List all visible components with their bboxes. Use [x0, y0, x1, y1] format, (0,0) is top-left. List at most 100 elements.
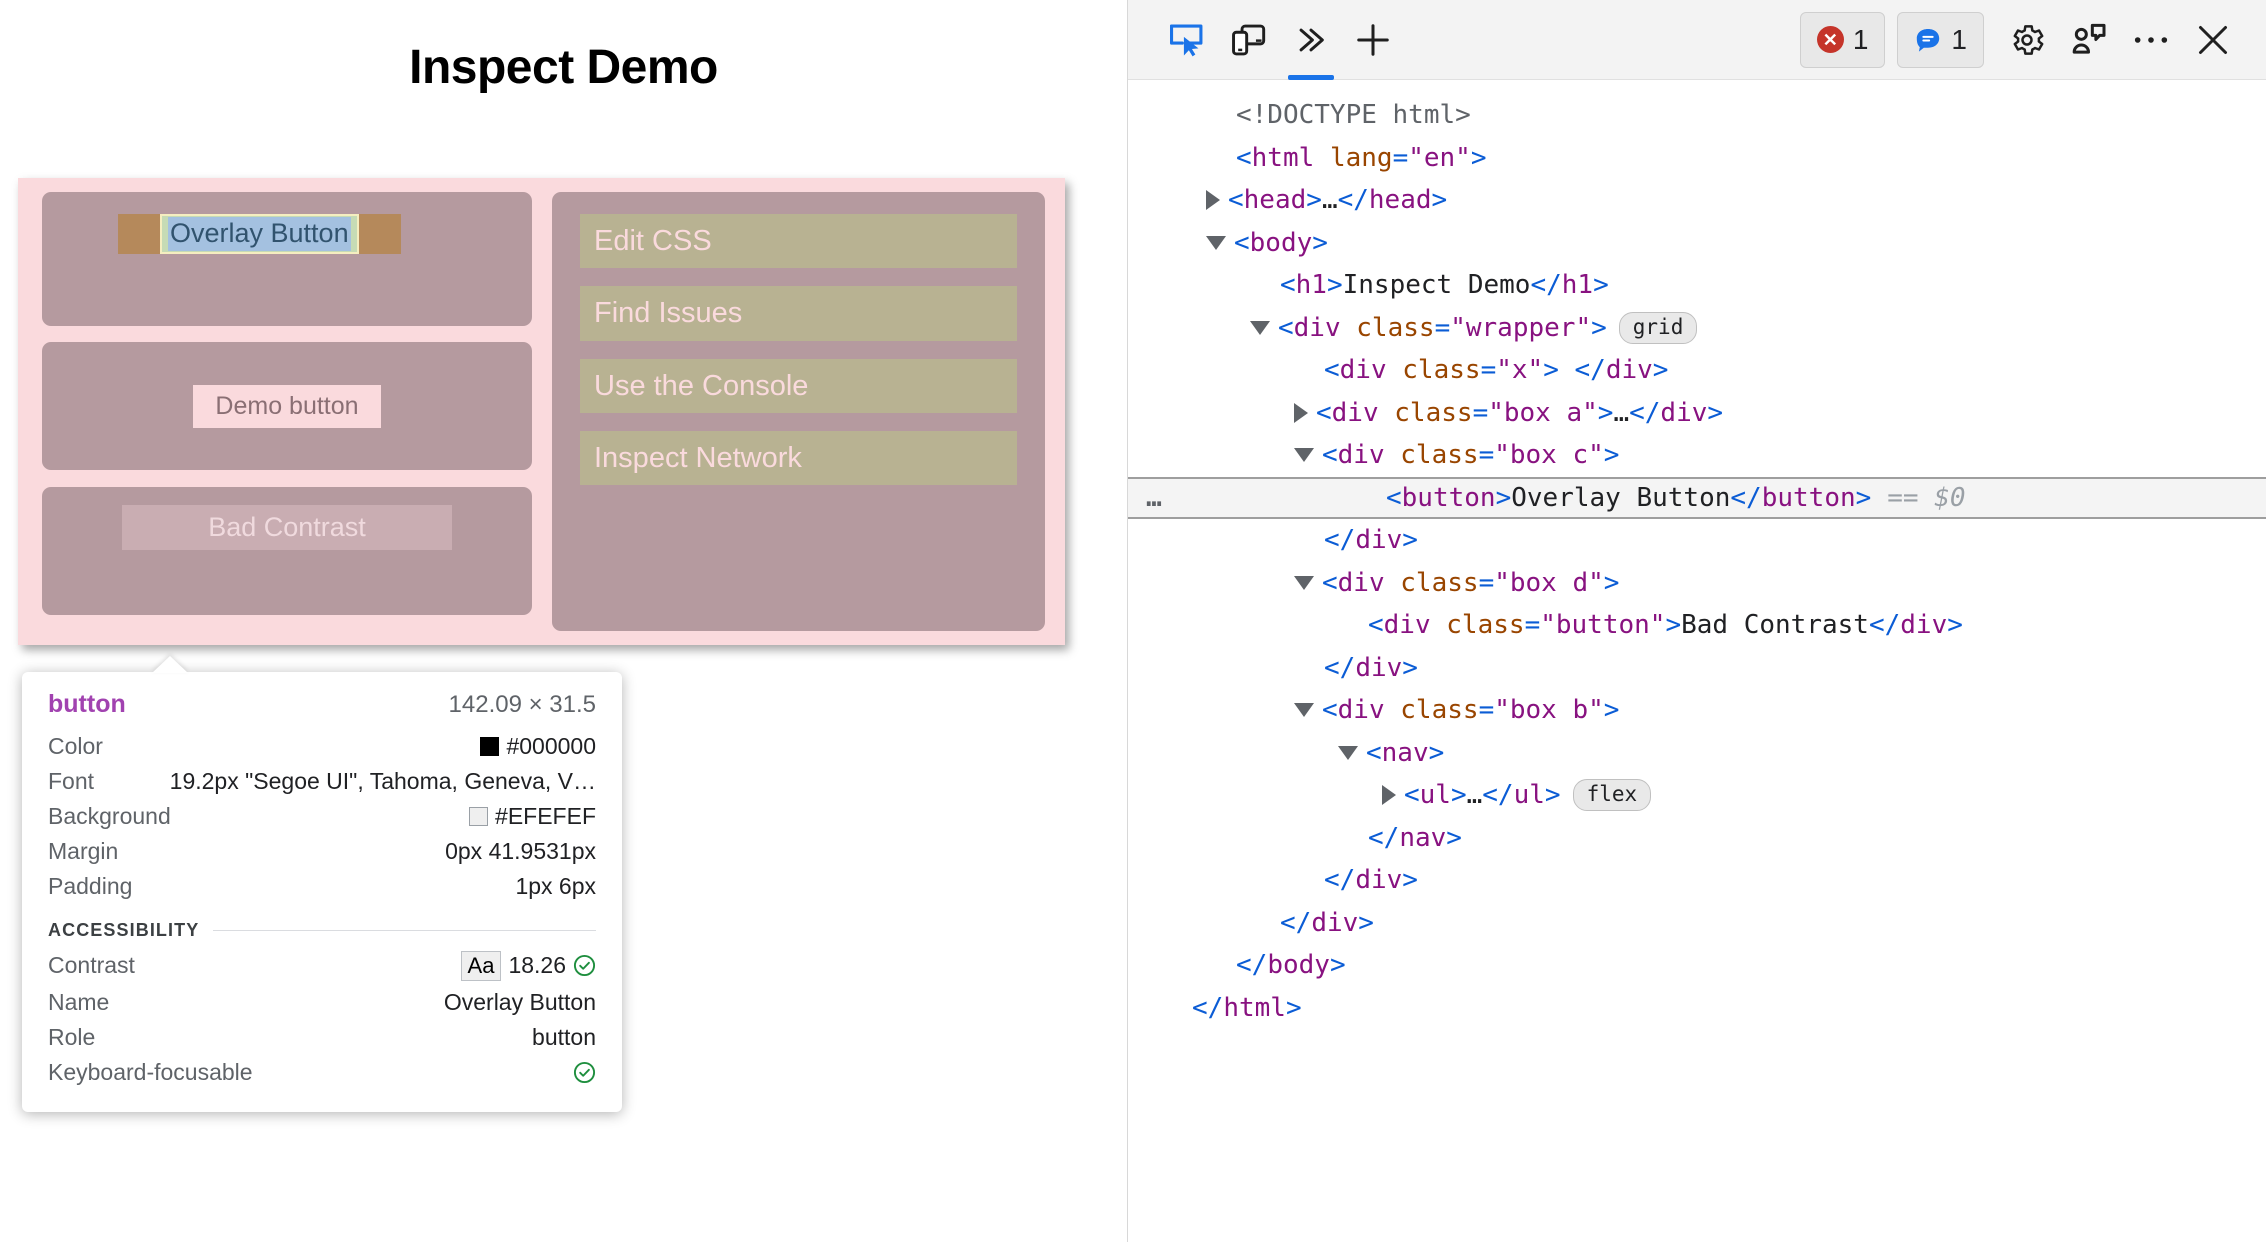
dom-node[interactable]: </div>: [1128, 647, 2266, 690]
check-circle-icon: [573, 954, 596, 977]
code-token: …: [1467, 774, 1483, 817]
tooltip-header: button 142.09 × 31.5: [48, 690, 596, 719]
code-token: class: [1400, 562, 1478, 605]
code-token: class: [1400, 434, 1478, 477]
twisty-expanded-icon[interactable]: [1294, 703, 1314, 717]
dom-node[interactable]: <div class="box a">…</div>: [1128, 392, 2266, 435]
twisty-expanded-icon[interactable]: [1294, 448, 1314, 462]
dom-node[interactable]: </html>: [1128, 987, 2266, 1030]
dom-node[interactable]: </div>: [1128, 902, 2266, 945]
row-value-text: 0px 41.9531px: [445, 838, 596, 865]
code-token: [1387, 349, 1403, 392]
demo-nav: Edit CSS Find Issues Use the Console Ins…: [580, 214, 1017, 485]
dom-node[interactable]: <html lang="en">: [1128, 137, 2266, 180]
dom-node[interactable]: <div class="button">Bad Contrast</div>: [1128, 604, 2266, 647]
code-token: <: [1386, 477, 1402, 520]
message-count-badge[interactable]: 1: [1897, 12, 1984, 68]
twisty-expanded-icon[interactable]: [1206, 236, 1226, 250]
gear-icon[interactable]: [1996, 12, 2058, 68]
plus-icon[interactable]: [1342, 12, 1404, 68]
row-value-text: 1px 6px: [515, 873, 596, 900]
code-token: h1: [1562, 264, 1593, 307]
code-token: >: [1545, 774, 1561, 817]
code-token: <: [1234, 222, 1250, 265]
code-token: >: [1947, 604, 1963, 647]
code-token: div: [1338, 689, 1385, 732]
dom-node[interactable]: </body>: [1128, 944, 2266, 987]
dom-node[interactable]: <h1>Inspect Demo</h1>: [1128, 264, 2266, 307]
code-token: div: [1340, 349, 1387, 392]
dom-node[interactable]: <div class="box d">: [1128, 562, 2266, 605]
row-label: Color: [48, 733, 103, 760]
box-c: Demo button: [42, 342, 532, 470]
device-emulation-icon[interactable]: [1218, 12, 1280, 68]
code-token: Overlay Button: [1511, 477, 1730, 520]
dom-node[interactable]: <div class="wrapper">grid: [1128, 307, 2266, 350]
nav-link-use-the-console[interactable]: Use the Console: [580, 359, 1017, 413]
dom-node[interactable]: <body>: [1128, 222, 2266, 265]
tooltip-row-padding: Padding 1px 6px: [48, 869, 596, 904]
code-token: class: [1356, 307, 1434, 350]
code-token: <: [1366, 732, 1382, 775]
dom-node[interactable]: <div class="x"> </div>: [1128, 349, 2266, 392]
contrast-sample-badge: Aa: [461, 951, 502, 981]
layout-badge-flex[interactable]: flex: [1573, 779, 1652, 811]
row-label: Name: [48, 989, 109, 1016]
code-token: >: [1604, 434, 1620, 477]
dom-node[interactable]: </div>: [1128, 859, 2266, 902]
chevron-double-right-icon[interactable]: [1280, 12, 1342, 68]
feedback-icon[interactable]: [2058, 12, 2120, 68]
dom-tree[interactable]: <!DOCTYPE html><html lang="en"><head>…</…: [1128, 80, 2266, 1029]
code-token: =: [1479, 562, 1495, 605]
nav-link-find-issues[interactable]: Find Issues: [580, 286, 1017, 340]
code-token: =: [1393, 137, 1409, 180]
tooltip-element-name: button: [48, 690, 126, 719]
layout-badge-grid[interactable]: grid: [1619, 312, 1698, 344]
bad-contrast-button[interactable]: Bad Contrast: [122, 505, 452, 550]
dom-node[interactable]: <ul>…</ul>flex: [1128, 774, 2266, 817]
code-token: </: [1338, 179, 1369, 222]
dom-node[interactable]: <nav>: [1128, 732, 2266, 775]
code-token: </: [1530, 264, 1561, 307]
code-token: >: [1604, 689, 1620, 732]
more-tabs-glyph: [1293, 23, 1329, 57]
overlay-button[interactable]: Overlay Button: [168, 217, 351, 251]
close-icon[interactable]: [2182, 12, 2244, 68]
twisty-collapsed-icon[interactable]: [1382, 785, 1396, 805]
dom-node[interactable]: <!DOCTYPE html>: [1128, 94, 2266, 137]
twisty-collapsed-icon[interactable]: [1294, 403, 1308, 423]
inspect-element-icon[interactable]: [1156, 12, 1218, 68]
twisty-expanded-icon[interactable]: [1294, 576, 1314, 590]
inspect-tooltip: button 142.09 × 31.5 Color #000000 Font …: [22, 672, 622, 1112]
code-token: [1431, 604, 1447, 647]
dom-node-selected[interactable]: …<button>Overlay Button</button>== $0: [1128, 477, 2266, 520]
nav-link-edit-css[interactable]: Edit CSS: [580, 214, 1017, 268]
dom-node[interactable]: <div class="box b">: [1128, 689, 2266, 732]
twisty-expanded-icon[interactable]: [1250, 321, 1270, 335]
twisty-expanded-icon[interactable]: [1338, 746, 1358, 760]
code-token: <: [1404, 774, 1420, 817]
row-value-text: button: [532, 1024, 596, 1051]
dom-node[interactable]: <div class="box c">: [1128, 434, 2266, 477]
twisty-collapsed-icon[interactable]: [1206, 190, 1220, 210]
code-token: "box d": [1494, 562, 1604, 605]
code-token: >: [1451, 774, 1467, 817]
code-token: >: [1446, 817, 1462, 860]
more-options-icon[interactable]: [2120, 12, 2182, 68]
nav-link-inspect-network[interactable]: Inspect Network: [580, 431, 1017, 485]
accessibility-section-header: ACCESSIBILITY: [48, 920, 596, 941]
error-count-badge[interactable]: ✕ 1: [1800, 12, 1886, 68]
dom-node[interactable]: </nav>: [1128, 817, 2266, 860]
dom-node[interactable]: <head>…</head>: [1128, 179, 2266, 222]
node-overflow-ellipsis[interactable]: …: [1128, 477, 1180, 520]
code-token: </: [1324, 859, 1355, 902]
code-token: <: [1228, 179, 1244, 222]
row-value-text: 19.2px "Segoe UI", Tahoma, Geneva, V…: [170, 768, 596, 795]
code-token: >: [1653, 349, 1669, 392]
code-token: div: [1355, 859, 1402, 902]
code-token: ul: [1514, 774, 1545, 817]
code-token: >: [1471, 137, 1487, 180]
dom-node[interactable]: </div>: [1128, 519, 2266, 562]
list-item: Find Issues: [580, 286, 1017, 340]
demo-button[interactable]: Demo button: [193, 385, 380, 428]
